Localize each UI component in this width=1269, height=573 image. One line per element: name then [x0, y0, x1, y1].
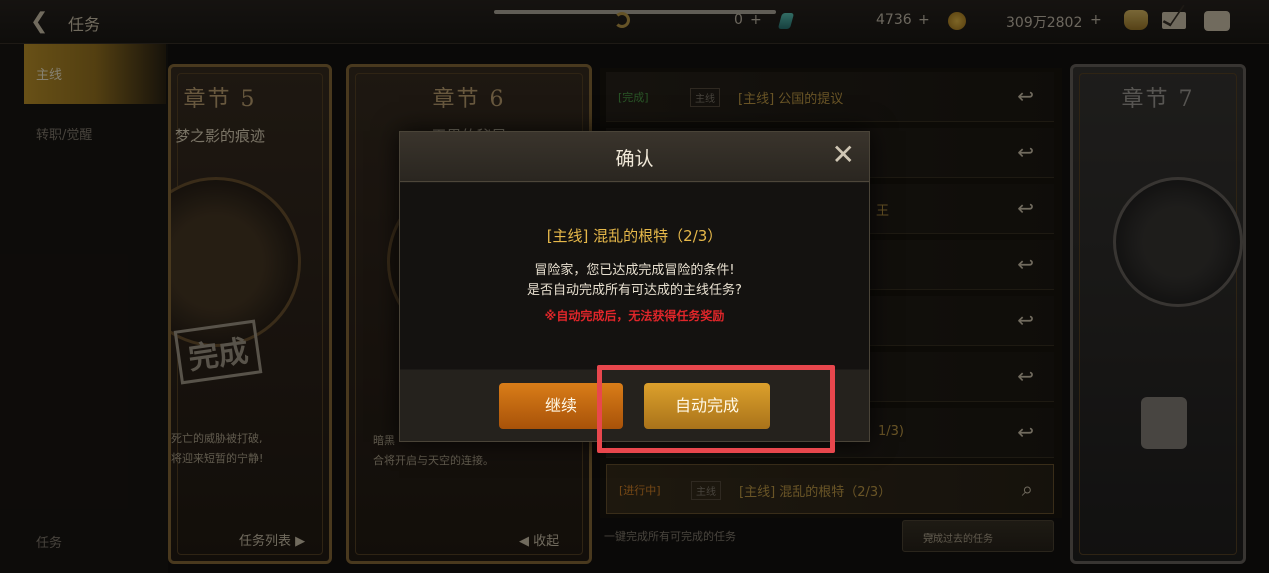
dialog-message-1: 冒险家，您已达成完成冒险的条件!	[534, 263, 735, 278]
dialog-message-2: 是否自动完成所有可达成的主线任务?	[527, 283, 742, 298]
dialog-warning: ※自动完成后，无法获得任务奖励	[544, 309, 725, 323]
close-icon[interactable]: ✕	[832, 140, 855, 170]
dialog-body: [主线] 混乱的根特（2/3） 冒险家，您已达成完成冒险的条件! 是否自动完成所…	[400, 183, 869, 369]
highlight-box	[597, 365, 835, 453]
dialog-header: 确认 ✕	[400, 132, 869, 182]
dialog-title: 确认	[615, 148, 654, 170]
dialog-quest-name: [主线] 混乱的根特（2/3）	[546, 227, 723, 245]
